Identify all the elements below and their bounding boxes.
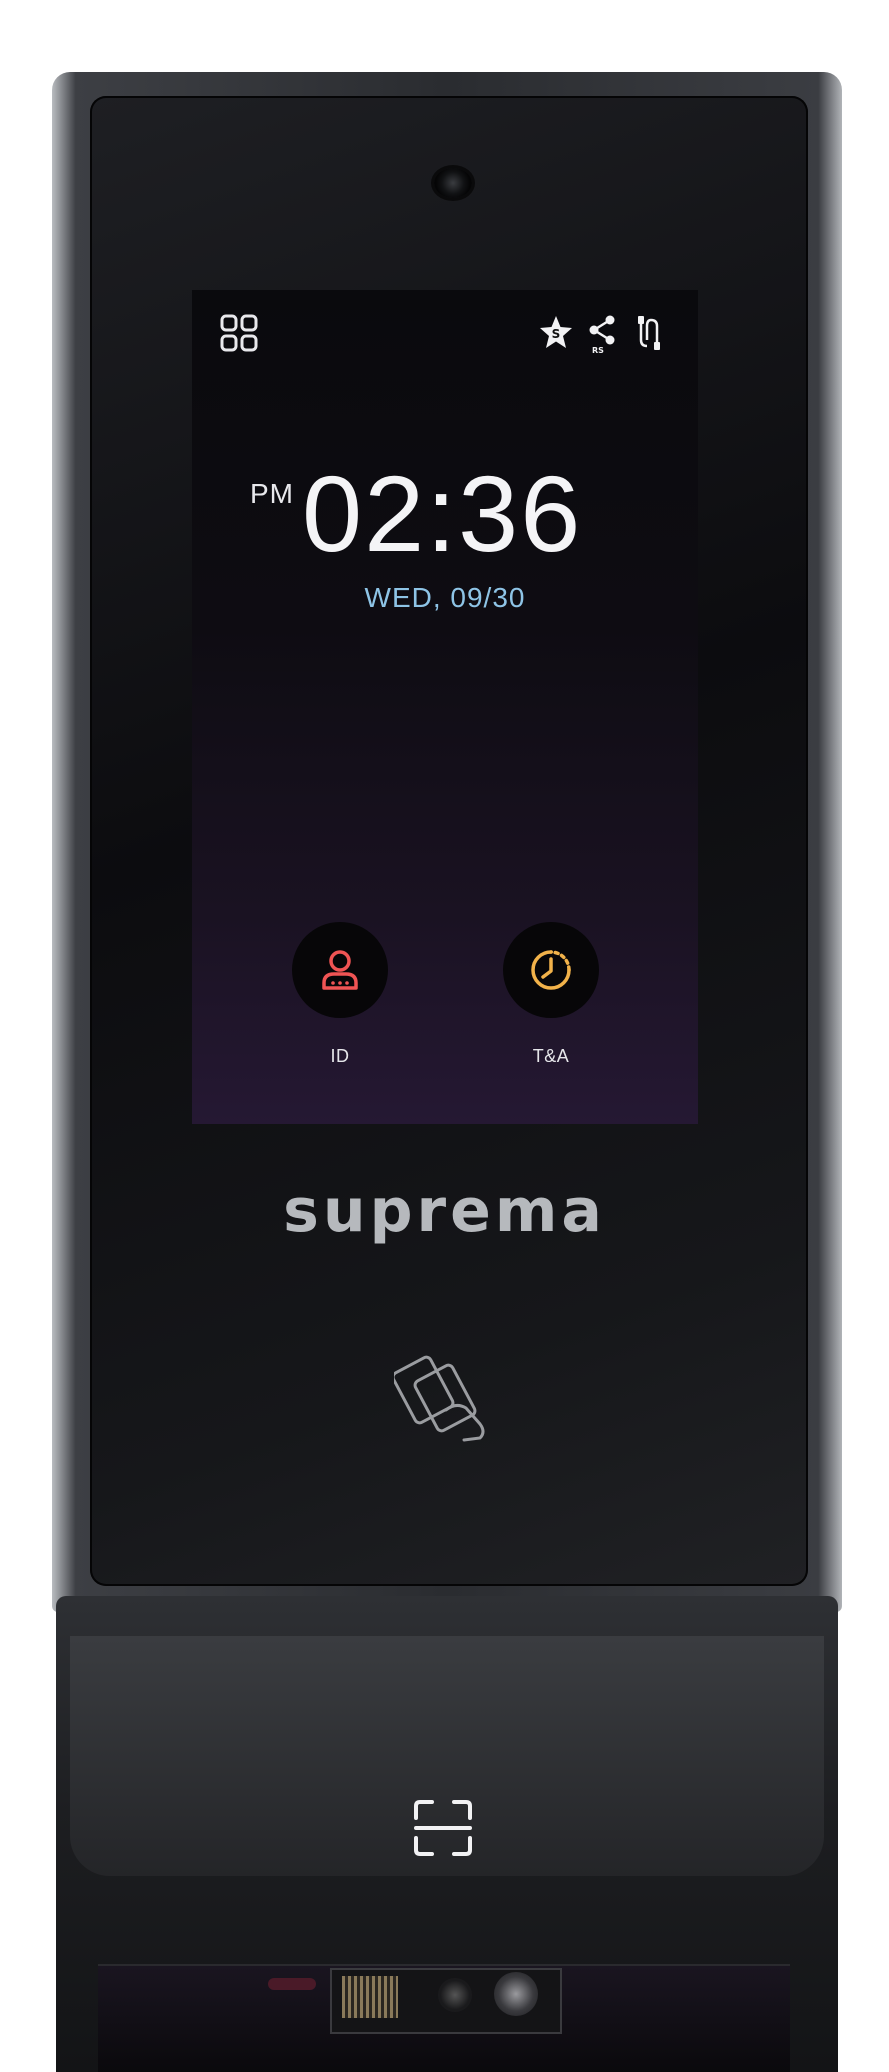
sensor-lens [438, 1978, 472, 2012]
qr-scan-icon [414, 1800, 472, 1856]
usb-connection-icon [638, 316, 660, 350]
id-button-circle[interactable] [292, 922, 388, 1018]
device-photo: S RS PM 02:36 WED, 09/30 ID T&A suprema [0, 0, 889, 2072]
id-button-label: ID [330, 1046, 350, 1066]
sensor-chip [342, 1976, 398, 2018]
clock-icon [531, 950, 571, 990]
share-badge-text: RS [592, 346, 604, 354]
user-id-icon [322, 950, 358, 990]
clock-date: WED, 09/30 [364, 582, 526, 613]
touch-screen: S RS PM 02:36 WED, 09/30 ID T&A [192, 290, 698, 1124]
ta-button-label: T&A [532, 1046, 570, 1066]
scanner-illuminator [494, 1972, 538, 2016]
star-badge-text: S [552, 327, 561, 341]
nfc-card-tap-icon [394, 1355, 485, 1442]
grid-menu-icon[interactable] [220, 314, 258, 352]
brand-logo: suprema [283, 1176, 606, 1246]
status-led [268, 1978, 316, 1990]
suprema-star-icon: S [540, 316, 572, 348]
rs-share-icon: RS [589, 315, 615, 354]
ta-button-circle[interactable] [503, 922, 599, 1018]
clock-time: 02:36 [302, 453, 583, 574]
ta-button[interactable]: T&A [501, 922, 601, 1067]
camera-lens [434, 168, 472, 198]
ampm-indicator: PM [250, 478, 294, 509]
id-button[interactable]: ID [290, 922, 390, 1067]
